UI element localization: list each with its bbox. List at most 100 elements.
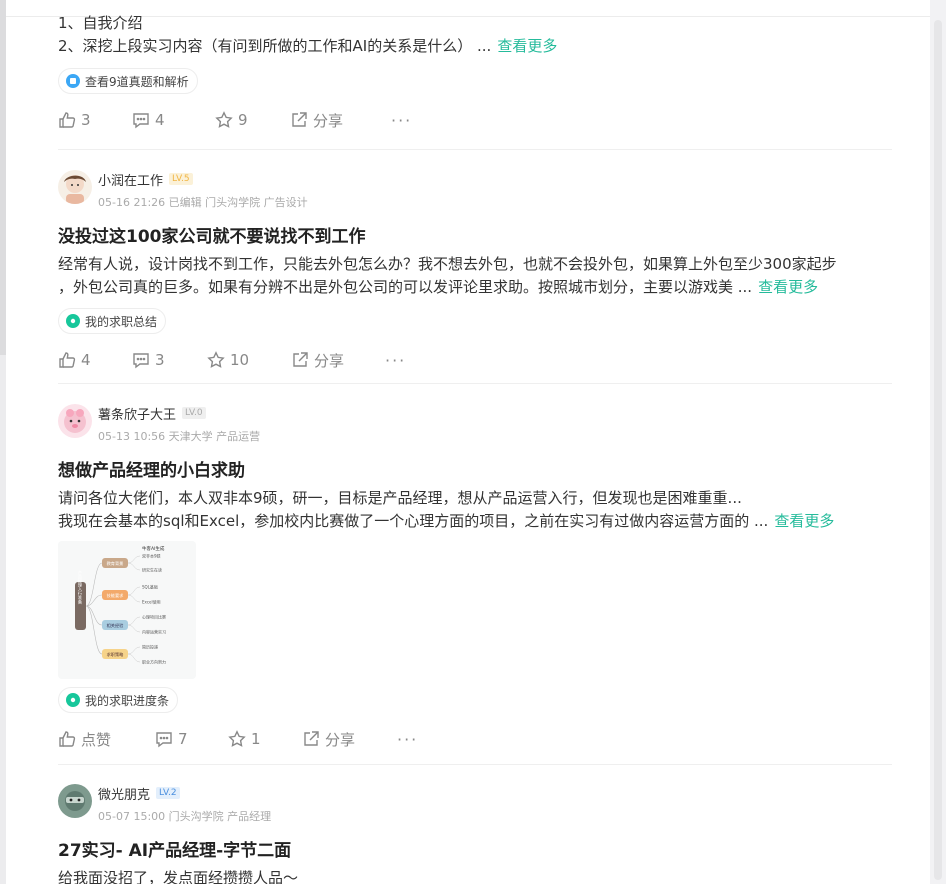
comment-icon	[133, 113, 149, 129]
post-meta: 05-16 21:26 已编辑 门头沟学院 广告设计	[98, 196, 308, 209]
share-icon	[304, 731, 319, 746]
post-line: 请问各位大佬们，本人双非本9硕，研一，目标是产品经理，想从产品运营入行，但发现也…	[58, 489, 742, 507]
post-line: ，外包公司真的巨多。如果有分辨不出是外包公司的可以发评论里求助。按照城市划分，主…	[58, 278, 753, 296]
avatar[interactable]	[58, 404, 92, 438]
summary-tag-icon	[66, 314, 80, 328]
see-more-link[interactable]: 查看更多	[758, 278, 818, 296]
feed-post[interactable]: 1、自我介绍 2、深挖上段实习内容（有问到所做的工作和AI的关系是什么） ...…	[58, 12, 892, 131]
favorite-button[interactable]: 10	[207, 351, 291, 369]
favorite-count: 1	[251, 730, 261, 748]
author-name[interactable]: 小润在工作	[98, 170, 163, 189]
post-body: 请问各位大佬们，本人双非本9硕，研一，目标是产品经理，想从产品运营入行，但发现也…	[58, 487, 892, 533]
mindmap-leaf: 研究生在读	[142, 567, 162, 573]
share-button[interactable]: 分享	[290, 110, 391, 131]
post-body: 经常有人说，设计岗找不到工作，只能去外包怎么办？我不想去外包，也就不会投外包，如…	[58, 253, 892, 299]
post-title[interactable]: 想做产品经理的小白求助	[58, 456, 892, 481]
star-icon	[215, 111, 233, 128]
post-line: 1、自我介绍	[58, 14, 143, 32]
comment-button[interactable]: 4	[132, 111, 215, 129]
related-tag-chip[interactable]: 查看9道真题和解析	[58, 68, 198, 94]
like-button[interactable]: 点赞	[58, 729, 155, 750]
mindmap-leaf: 职业方向努力	[142, 659, 166, 665]
like-count: 点赞	[81, 730, 112, 749]
post-actions: 3 4 9 分享 ···	[58, 109, 892, 131]
post-meta: 05-07 15:00 门头沟学院 产品经理	[98, 810, 272, 823]
related-tag-chip[interactable]: 我的求职总结	[58, 308, 167, 334]
post-divider	[58, 149, 892, 150]
author-name[interactable]: 薯条欣子大王	[98, 404, 176, 423]
favorite-button[interactable]: 1	[228, 730, 302, 748]
comment-button[interactable]: 7	[155, 730, 228, 748]
comment-count: 3	[155, 351, 165, 369]
post-actions: 4 3 10 分享 ···	[58, 349, 892, 371]
mindmap-branch-label: 技能要求	[107, 592, 125, 599]
author-row: 薯条欣子大王 LV.0 05-13 10:56 天津大学 产品运营	[58, 404, 892, 444]
mindmap-branch-label: 求职策略	[107, 651, 125, 658]
post-image-mindmap[interactable]: 牛客AI生成 产品经理入行准备 教育背景 双非本9硕 研究生在读 技能要求 SQ…	[58, 541, 196, 679]
mindmap-branch-label: 相关经验	[107, 622, 125, 629]
author-row: 小润在工作 LV.5 05-16 21:26 已编辑 门头沟学院 广告设计	[58, 170, 892, 210]
thumbs-up-icon	[59, 352, 76, 368]
post-meta: 05-13 10:56 天津大学 产品运营	[98, 430, 261, 443]
post-line: 我现在会基本的sql和Excel，参加校内比赛做了一个心理方面的项目，之前在实习…	[58, 512, 769, 530]
avatar[interactable]	[58, 784, 92, 818]
feed-post[interactable]: 薯条欣子大王 LV.0 05-13 10:56 天津大学 产品运营 想做产品经理的…	[58, 404, 892, 750]
mindmap-leaf: 心理项目比赛	[142, 614, 166, 620]
comment-icon	[133, 353, 149, 369]
post-actions: 点赞 7 1 分享 ···	[58, 728, 892, 750]
thumbs-up-icon	[59, 112, 76, 128]
post-divider	[58, 764, 892, 765]
avatar[interactable]	[58, 170, 92, 204]
post-body: 给我面没招了，发点面经攒攒人品～	[58, 867, 892, 884]
favorite-button[interactable]: 9	[215, 111, 290, 129]
favorite-count: 10	[230, 351, 250, 369]
level-badge: LV.0	[182, 407, 206, 419]
feed-panel: 1、自我介绍 2、深挖上段实习内容（有问到所做的工作和AI的关系是什么） ...…	[6, 0, 930, 884]
share-icon	[292, 112, 307, 127]
mindmap-brand: 牛客AI生成	[142, 545, 165, 552]
progress-tag-icon	[66, 693, 80, 707]
mindmap-leaf: 内容运营实习	[142, 629, 166, 635]
see-more-link[interactable]: 查看更多	[497, 37, 557, 55]
chip-label: 我的求职进度条	[85, 693, 170, 708]
mindmap-branch-label: 教育背景	[107, 560, 124, 567]
share-label: 分享	[325, 730, 356, 749]
post-line: 经常有人说，设计岗找不到工作，只能去外包怎么办？我不想去外包，也就不会投外包，如…	[58, 255, 837, 273]
comment-icon	[156, 732, 172, 748]
share-button[interactable]: 分享	[302, 729, 397, 750]
share-icon	[293, 352, 308, 367]
star-icon	[228, 730, 246, 747]
comment-count: 7	[178, 730, 188, 748]
post-line: 2、深挖上段实习内容（有问到所做的工作和AI的关系是什么） ...	[58, 37, 492, 55]
scrollbar[interactable]	[930, 0, 946, 884]
post-title[interactable]: 27实习- AI产品经理-字节二面	[58, 836, 892, 861]
comment-button[interactable]: 3	[132, 351, 207, 369]
question-bank-icon	[66, 74, 80, 88]
mindmap-root: 产品经理入行准备	[77, 569, 83, 605]
see-more-link[interactable]: 查看更多	[774, 512, 834, 530]
share-label: 分享	[313, 111, 344, 130]
like-button[interactable]: 4	[58, 351, 132, 369]
like-button[interactable]: 3	[58, 111, 132, 129]
share-button[interactable]: 分享	[291, 350, 385, 371]
like-count: 3	[81, 111, 91, 129]
more-options-button[interactable]: ···	[391, 111, 412, 130]
mindmap-leaf: 简历投递	[142, 644, 158, 650]
more-options-button[interactable]: ···	[397, 730, 418, 749]
related-tag-chip[interactable]: 我的求职进度条	[58, 687, 179, 713]
feed-post[interactable]: 小润在工作 LV.5 05-16 21:26 已编辑 门头沟学院 广告设计 没投过…	[58, 170, 892, 371]
mindmap-leaf: SQL基础	[142, 584, 158, 590]
scrollbar-track[interactable]	[934, 20, 942, 880]
share-label: 分享	[314, 351, 345, 370]
star-icon	[207, 351, 225, 368]
post-title[interactable]: 没投过这100家公司就不要说找不到工作	[58, 222, 892, 247]
thumbs-up-icon	[59, 731, 76, 747]
chip-label: 查看9道真题和解析	[85, 74, 189, 89]
post-line: 给我面没招了，发点面经攒攒人品～	[58, 869, 299, 884]
mindmap-leaf: 双非本9硕	[142, 553, 161, 559]
feed-post[interactable]: 微光朋克 LV.2 05-07 15:00 门头沟学院 产品经理 27实习- AI…	[58, 784, 892, 884]
author-row: 微光朋克 LV.2 05-07 15:00 门头沟学院 产品经理	[58, 784, 892, 824]
more-options-button[interactable]: ···	[385, 351, 406, 370]
author-name[interactable]: 微光朋克	[98, 784, 150, 803]
mindmap-leaf: Excel使用	[142, 599, 161, 605]
